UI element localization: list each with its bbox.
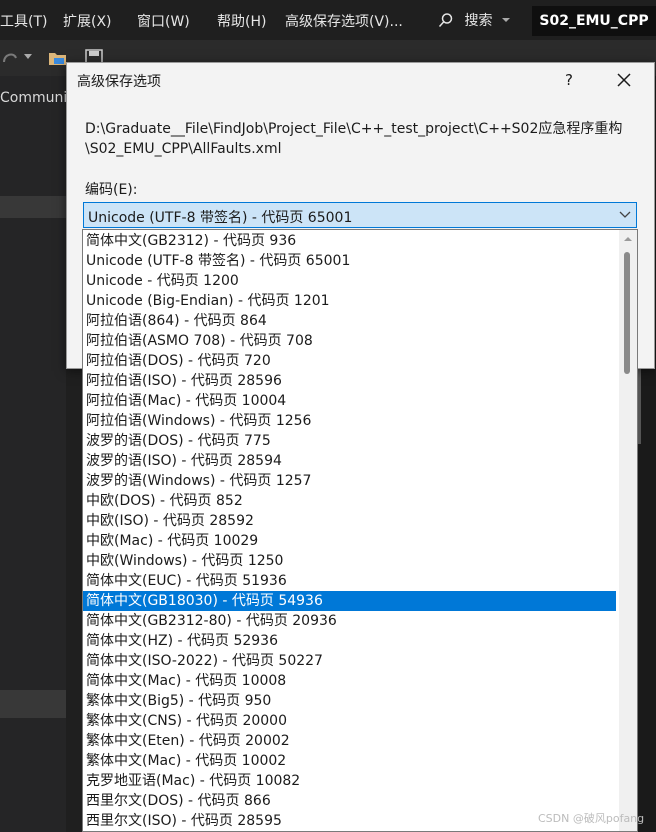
help-button[interactable]: ? <box>557 68 581 92</box>
menu-bar: 工具(T) 扩展(X) 窗口(W) 帮助(H) 高级保存选项(V)... 搜索 … <box>0 0 656 40</box>
solution-explorer-panel <box>0 76 66 832</box>
encoding-option[interactable]: 中欧(DOS) - 代码页 852 <box>83 491 616 511</box>
scroll-up-icon[interactable] <box>624 236 632 242</box>
encoding-option[interactable]: 阿拉伯语(ISO) - 代码页 28596 <box>83 371 616 391</box>
encoding-option[interactable]: 繁体中文(Eten) - 代码页 20002 <box>83 731 616 751</box>
encoding-option[interactable]: 中欧(Mac) - 代码页 10029 <box>83 531 616 551</box>
dropdown-scroll-thumb[interactable] <box>624 252 630 374</box>
encoding-option[interactable]: 西里尔文(ISO) - 代码页 28595 <box>83 811 616 831</box>
dropdown-arrow-icon[interactable] <box>24 54 32 60</box>
encoding-option[interactable]: 阿拉伯语(ASMO 708) - 代码页 708 <box>83 331 616 351</box>
encoding-combobox[interactable]: Unicode (UTF-8 带签名) - 代码页 65001 <box>83 202 637 228</box>
encoding-option[interactable]: 波罗的语(Windows) - 代码页 1257 <box>83 471 616 491</box>
panel-highlight-row <box>0 196 66 218</box>
file-path-text: D:\Graduate__File\FindJob\Project_File\C… <box>85 121 623 157</box>
encoding-selected-value: Unicode (UTF-8 带签名) - 代码页 65001 <box>88 210 353 226</box>
encoding-option[interactable]: 波罗的语(DOS) - 代码页 775 <box>83 431 616 451</box>
encoding-option[interactable]: Unicode - 代码页 1200 <box>83 271 616 291</box>
project-name-badge: S02_EMU_CPP <box>532 6 656 36</box>
encoding-option[interactable]: 阿拉伯语(DOS) - 代码页 720 <box>83 351 616 371</box>
encoding-option[interactable]: 西里尔文(DOS) - 代码页 866 <box>83 791 616 811</box>
encoding-option[interactable]: 克罗地亚语(Mac) - 代码页 10082 <box>83 771 616 791</box>
close-button[interactable] <box>612 68 636 92</box>
close-icon <box>617 73 631 87</box>
communication-tab[interactable]: Communi <box>0 90 67 106</box>
chevron-down-icon <box>619 211 631 218</box>
encoding-option[interactable]: 繁体中文(Mac) - 代码页 10002 <box>83 751 616 771</box>
menu-tools[interactable]: 工具(T) <box>0 11 47 31</box>
encoding-option[interactable]: 简体中文(EUC) - 代码页 51936 <box>83 571 616 591</box>
encoding-option[interactable]: 简体中文(ISO-2022) - 代码页 50227 <box>83 651 616 671</box>
encoding-option[interactable]: 繁体中文(Big5) - 代码页 950 <box>83 691 616 711</box>
encoding-option[interactable]: 中欧(Windows) - 代码页 1250 <box>83 551 616 571</box>
encoding-option[interactable]: 简体中文(GB2312) - 代码页 936 <box>83 231 616 251</box>
search-box[interactable]: 搜索 <box>438 10 511 30</box>
encoding-option[interactable]: 波罗的语(ISO) - 代码页 28594 <box>83 451 616 471</box>
encoding-label: 编码(E): <box>85 182 138 198</box>
encoding-option[interactable]: 阿拉伯语(Mac) - 代码页 10004 <box>83 391 616 411</box>
undo-icon[interactable] <box>0 48 22 68</box>
menu-extensions[interactable]: 扩展(X) <box>63 11 112 31</box>
editor-scroll-marker <box>638 368 641 444</box>
menu-help[interactable]: 帮助(H) <box>217 11 266 31</box>
encoding-option[interactable]: 阿拉伯语(864) - 代码页 864 <box>83 311 616 331</box>
encoding-option[interactable]: Unicode (Big-Endian) - 代码页 1201 <box>83 291 616 311</box>
dialog-title: 高级保存选项 <box>77 74 161 90</box>
search-icon <box>438 13 453 28</box>
encoding-option[interactable]: 中欧(ISO) - 代码页 28592 <box>83 511 616 531</box>
encoding-option[interactable]: 简体中文(Mac) - 代码页 10008 <box>83 671 616 691</box>
encoding-dropdown-list[interactable]: 西里尔文(ISO) - 代码页 28595 西里尔文(DOS) - 代码页 866… <box>82 229 638 832</box>
encoding-option[interactable]: 繁体中文(CNS) - 代码页 20000 <box>83 711 616 731</box>
encoding-option[interactable]: 阿拉伯语(Windows) - 代码页 1256 <box>83 411 616 431</box>
chevron-down-icon <box>501 18 510 22</box>
encoding-option[interactable]: Unicode (UTF-8 带签名) - 代码页 65001 <box>83 251 616 271</box>
menu-advanced-save-options[interactable]: 高级保存选项(V)... <box>285 11 403 31</box>
watermark: CSDN @破风pofang <box>538 812 645 825</box>
panel-highlight-row-lower <box>0 690 66 718</box>
encoding-option[interactable]: 简体中文(GB18030) - 代码页 54936 <box>83 591 616 611</box>
encoding-option[interactable]: 简体中文(GB2312-80) - 代码页 20936 <box>83 611 616 631</box>
search-label: 搜索 <box>464 13 493 29</box>
encoding-option[interactable]: 简体中文(HZ) - 代码页 52936 <box>83 631 616 651</box>
menu-window[interactable]: 窗口(W) <box>137 11 190 31</box>
